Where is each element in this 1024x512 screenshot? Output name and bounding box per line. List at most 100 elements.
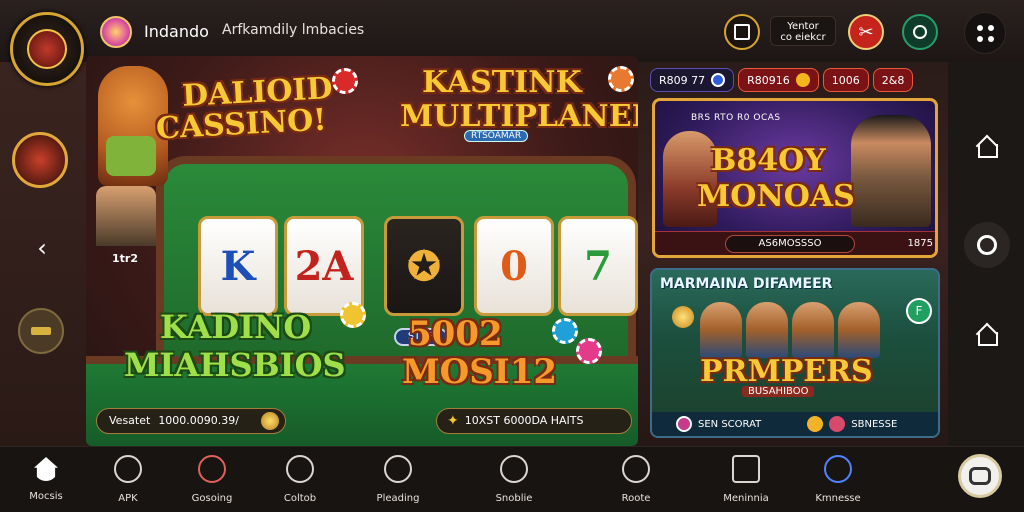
coin-icon [340,302,366,328]
home-icon [976,324,998,346]
nav-label: Kmnesse [815,493,861,504]
home-icon [976,136,998,158]
info-bar-label: Vesatet [109,414,151,427]
wallet-button[interactable] [724,14,760,50]
top-bar: Indando Arfkamdily lmbacies Yentor co ei… [0,0,1024,62]
promo-banner-monoas[interactable]: BRS RTO R0 OCAS B84OY MONOAS AS6MOSSSO 1… [652,98,938,258]
info-bar-value: 1000.0090.39/ [158,414,239,427]
promo-bottom-sub: BUSAHIBOO [742,386,815,397]
promo-title-line2: MONOAS [697,179,855,214]
circle-icon [977,235,997,255]
title-c-line2: MIAHSBIOS [124,346,346,384]
search-icon [824,455,852,483]
promo-bottom-big: PRMPERS [700,354,873,389]
promo-card-bottom[interactable]: MARMAINA DIFAMEER F PRMPERS BUSAHIBOO SE… [650,268,940,438]
grid-dots-icon [976,24,994,42]
character-group [700,302,880,358]
slot-reel: 0 [474,216,554,316]
main-banner[interactable]: 1tr2 DALIOID CASSINO! KASTINK MULTIPLANE… [86,56,638,446]
coin-icon [261,412,279,430]
nav-label: Pleading [376,493,420,504]
promo-bottom-footer: SEN SCORAT SBNESSE [652,412,938,436]
app-name: Indando [144,22,209,41]
pill-text: 2&8 [881,73,905,87]
coin-icon [807,416,824,432]
wild-symbol-icon: ✪ [407,242,441,290]
promo-caption: BRS RTO R0 OCAS [691,113,781,123]
title-d-line2: MOSI12 [402,352,558,392]
wallet-icon [734,24,750,40]
nav-label: Roote [621,493,651,504]
nav-item-roote[interactable]: Roote [594,453,678,509]
avatar-icon [969,467,991,485]
balance-line2: co eiekcr [780,32,826,43]
coin-icon [711,73,726,87]
ring-icon [622,455,650,483]
promo-button[interactable]: ✂ [848,14,884,50]
casino-chip-icon[interactable] [12,132,68,188]
nav-label: Meninnia [723,493,769,504]
nav-label: Coltob [283,493,317,504]
balance-pill[interactable]: 1006 [822,68,869,92]
chat-icon [384,455,412,483]
system-rail [948,62,1024,446]
title-b-line1: KASTINK [422,65,582,100]
balance-pill[interactable]: R80916 [738,68,819,92]
nav-item-kmnesse[interactable]: Kmnesse [796,453,880,509]
gift-icon: ✂ [858,21,874,43]
bonus-info-bar[interactable]: ✦ 10XST 6000DA HAITS [436,408,632,434]
avatar[interactable] [958,454,1002,498]
user-icon [913,25,927,39]
badge-icon[interactable]: F [906,298,932,324]
nav-label: APK [118,493,138,504]
slot-reel: ✪ [384,216,464,316]
circle-icon [286,455,314,483]
app-icon[interactable] [100,16,132,48]
character-portrait [96,186,156,246]
poker-chip-icon [829,416,846,432]
coin-icon [31,327,51,335]
promo-footer-count: 1875 [907,238,933,249]
character-portrait [851,115,931,227]
menu-button[interactable] [964,12,1006,54]
nav-item-coltob[interactable]: Coltob [258,453,342,509]
logo-emblem-icon [27,29,67,69]
promo-bottom-footer-a: SEN SCORAT [698,418,762,430]
app-root: Indando Arfkamdily lmbacies Yentor co ei… [0,0,1024,512]
nav-item-mocsis[interactable]: Mocsis [4,453,88,509]
nav-item-pleading[interactable]: Pleading [356,453,440,509]
home-button[interactable] [968,128,1004,164]
poker-chip-icon [576,338,602,364]
promo-footer-pill[interactable]: AS6MOSSSO [725,234,855,253]
nav-item-gosoing[interactable]: Gosoing [170,453,254,509]
title-a-line2: CASSINO! [155,102,328,147]
circle-button[interactable] [964,222,1010,268]
balance-line1: Yentor [787,21,819,32]
balance-pill[interactable]: 2&8 [872,68,914,92]
coin-icon [795,73,810,87]
poker-chip-icon [676,416,692,432]
grid-icon [732,455,760,483]
pill-text: R80916 [747,73,790,87]
casino-logo[interactable] [10,12,84,86]
pill-text: 1006 [831,73,860,87]
nav-item-snoblie[interactable]: Snoblie [472,453,556,509]
balance-pills: R809 77 R80916 1006 2&8 [650,68,940,92]
balance-display[interactable]: Yentor co eiekcr [770,16,836,46]
nav-item-apk[interactable]: APK [86,453,170,509]
promo-bottom-footer-b: SBNESSE [851,418,898,430]
jackpot-info-bar[interactable]: Vesatet 1000.0090.39/ [96,408,286,434]
back-arrow-icon[interactable]: ‹ [24,230,60,266]
promo-title-line1: B84OY [711,143,826,178]
home-button-secondary[interactable] [968,316,1004,352]
pill-text: R809 77 [659,73,706,87]
slot-reel: 2A [284,216,364,316]
balance-pill[interactable]: R809 77 [650,68,735,92]
app-subtitle: Arfkamdily lmbacies [222,22,365,38]
title-b-tag: RTSOAMAR [464,130,529,142]
person-icon [500,455,528,483]
coin-button[interactable] [18,308,64,354]
profile-button[interactable] [902,14,938,50]
rail-tag: 1tr2 [112,252,138,265]
nav-item-meninnia[interactable]: Meninnia [704,453,788,509]
